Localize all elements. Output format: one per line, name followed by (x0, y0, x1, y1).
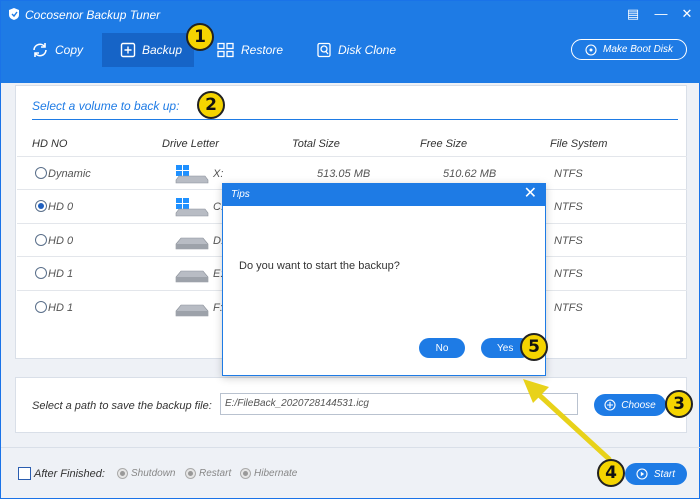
table-header: HD NO Drive Letter Total Size Free Size … (16, 134, 688, 156)
hd-no-cell: HD 0 (48, 235, 74, 247)
path-panel: Select a path to save the backup file: E… (15, 377, 687, 433)
volume-radio[interactable] (35, 167, 47, 179)
tab-disk-clone[interactable]: Disk Clone (316, 33, 406, 67)
total-size-cell: 513.05 MB (317, 168, 371, 180)
start-label: Start (653, 468, 675, 480)
hd-no-cell: HD 1 (48, 268, 74, 280)
tips-dialog: Tips ✕ Do you want to start the backup? … (222, 183, 546, 376)
start-button[interactable]: Start (625, 463, 687, 485)
option-restart-label: Restart (199, 468, 232, 479)
col-hd-no: HD NO (32, 138, 68, 150)
hd-no-cell: HD 1 (48, 302, 74, 314)
footer-divider (1, 447, 700, 448)
hd-no-cell: HD 0 (48, 201, 74, 213)
step-badge-5: 5 (520, 333, 548, 361)
app-window: Cocosenor Backup Tuner ▤ — ✕ Copy Backup… (0, 0, 700, 499)
app-logo-icon (9, 8, 19, 20)
hd-no-cell: Dynamic (48, 168, 91, 180)
col-drive-letter: Drive Letter (162, 138, 219, 150)
path-label: Select a path to save the backup file: (32, 400, 212, 412)
dialog-title-bar: Tips ✕ (223, 184, 545, 206)
volume-radio[interactable] (35, 301, 47, 313)
tab-copy[interactable]: Copy (31, 33, 91, 67)
col-free-size: Free Size (420, 138, 468, 150)
drive-icon (175, 237, 209, 250)
radio-hibernate (240, 468, 251, 479)
radio-shutdown (117, 468, 128, 479)
tab-backup[interactable]: Backup (102, 33, 194, 67)
after-finished-label: After Finished: (34, 468, 105, 480)
panel-divider (32, 119, 678, 120)
menu-icon[interactable]: ▤ (624, 6, 642, 22)
backup-path-input[interactable]: E:/FileBack_20207281445​31.icg (220, 393, 578, 415)
col-total-size: Total Size (292, 138, 340, 150)
choose-label: Choose (621, 399, 656, 411)
backup-icon (120, 42, 136, 58)
tab-restore-label: Restore (241, 43, 284, 57)
make-boot-disk-button[interactable]: Make Boot Disk (571, 39, 687, 60)
disk-clone-icon (317, 42, 331, 58)
option-shutdown-label: Shutdown (131, 468, 176, 479)
file-system-cell: NTFS (554, 201, 583, 213)
disc-icon (585, 43, 597, 56)
drive-letter-cell: X: (213, 168, 224, 180)
option-restart[interactable]: Restart (185, 468, 231, 479)
step-badge-1: 1 (186, 23, 214, 51)
option-hibernate[interactable]: Hibernate (240, 468, 297, 479)
dialog-title: Tips (231, 189, 250, 200)
volume-radio[interactable] (35, 234, 47, 246)
dialog-message: Do you want to start the backup? (239, 260, 400, 272)
app-title: Cocosenor Backup Tuner (25, 8, 161, 22)
file-system-cell: NTFS (554, 168, 583, 180)
tab-backup-label: Backup (142, 43, 183, 57)
dialog-close-button[interactable]: ✕ (524, 186, 537, 202)
col-file-system: File System (550, 138, 608, 150)
free-size-cell: 510.62 MB (443, 168, 497, 180)
file-system-cell: NTFS (554, 235, 583, 247)
tab-restore[interactable]: Restore (217, 33, 297, 67)
minimize-button[interactable]: — (652, 6, 670, 22)
step-badge-3: 3 (665, 390, 693, 418)
option-shutdown[interactable]: Shutdown (117, 468, 175, 479)
play-icon (636, 468, 648, 480)
volume-radio[interactable] (35, 267, 47, 279)
after-finished-checkbox[interactable] (18, 467, 31, 480)
windows-drive-icon (175, 198, 209, 217)
option-hibernate-label: Hibernate (254, 468, 298, 479)
file-system-cell: NTFS (554, 268, 583, 280)
title-bar: Cocosenor Backup Tuner ▤ — ✕ (1, 1, 700, 29)
make-boot-disk-label: Make Boot Disk (602, 44, 674, 55)
file-system-cell: NTFS (554, 302, 583, 314)
plus-circle-icon (604, 399, 616, 411)
step-badge-2: 2 (197, 91, 225, 119)
copy-icon (33, 43, 47, 57)
volume-panel-title: Select a volume to back up: (32, 99, 180, 113)
choose-button[interactable]: Choose (594, 394, 666, 416)
drive-icon (175, 304, 209, 317)
step-badge-4: 4 (597, 459, 625, 487)
windows-drive-icon (175, 165, 209, 184)
drive-icon (175, 270, 209, 283)
tab-copy-label: Copy (55, 43, 84, 57)
tab-disk-clone-label: Disk Clone (338, 43, 397, 57)
dialog-no-button[interactable]: No (419, 338, 465, 358)
volume-radio[interactable] (35, 200, 47, 212)
header: Cocosenor Backup Tuner ▤ — ✕ Copy Backup… (1, 1, 700, 83)
close-button[interactable]: ✕ (678, 6, 696, 22)
restore-icon (217, 42, 234, 58)
radio-restart (185, 468, 196, 479)
